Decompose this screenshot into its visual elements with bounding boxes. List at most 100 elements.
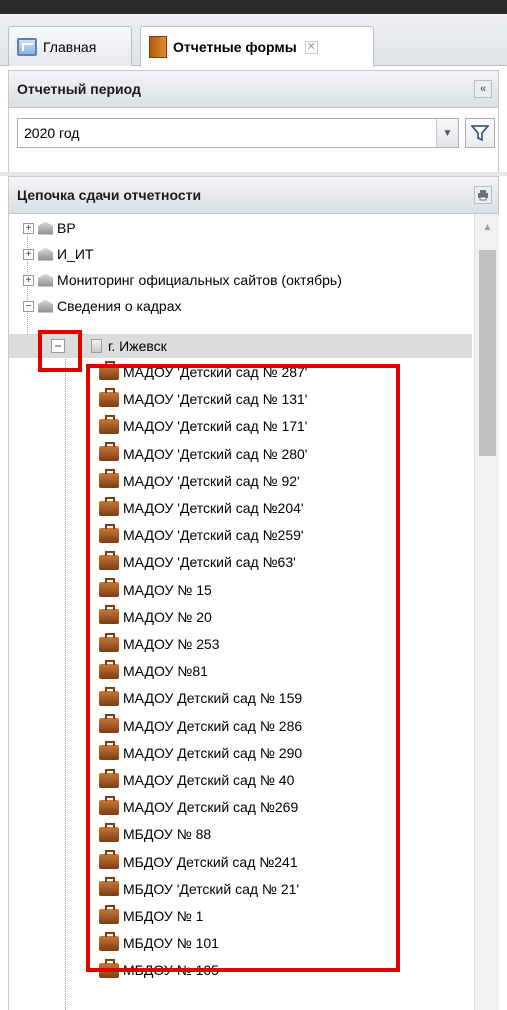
tree-node-label: МАДОУ 'Детский сад №259': [123, 527, 304, 544]
tree-scrollbar[interactable]: ▲: [474, 214, 499, 1010]
tree-node-label: Мониторинг официальных сайтов (октябрь): [57, 272, 342, 288]
tree-node-label: МАДОУ 'Детский сад №204': [123, 500, 304, 516]
tree-node-organization[interactable]: МАДОУ Детский сад № 40: [99, 768, 294, 792]
tree-node-label: МАДОУ № 20: [123, 608, 212, 625]
tree-node-label: МБДОУ № 101: [123, 935, 219, 952]
tree-node-label: МАДОУ Детский сад № 159: [123, 690, 303, 707]
briefcase-icon: [99, 578, 119, 598]
briefcase-icon: [99, 605, 119, 625]
tab-report-forms-label: Отчетные формы: [173, 39, 297, 55]
tab-report-forms[interactable]: Отчетные формы ✕: [140, 26, 374, 67]
bank-icon: [38, 299, 53, 313]
briefcase-icon: [99, 387, 119, 407]
tree-node-organization[interactable]: МБДОУ № 88: [99, 822, 211, 846]
expand-icon[interactable]: +: [23, 222, 34, 234]
filter-button[interactable]: [465, 118, 495, 148]
tree-node-organization[interactable]: МБДОУ № 1: [99, 904, 203, 928]
briefcase-icon: [99, 496, 119, 516]
tree-node-label: МАДОУ № 15: [123, 581, 212, 598]
briefcase-icon: [99, 931, 119, 951]
tree-node-organization[interactable]: МБДОУ № 101: [99, 931, 219, 955]
briefcase-icon: [99, 632, 119, 652]
tree-node-label: МАДОУ 'Детский сад № 171': [123, 418, 308, 435]
briefcase-icon: [99, 523, 119, 543]
tree-node-organization[interactable]: МАДОУ Детский сад № 159: [99, 686, 302, 710]
collapse-icon[interactable]: −: [51, 339, 65, 353]
print-button[interactable]: [474, 186, 492, 204]
chevron-down-icon[interactable]: ▼: [436, 119, 458, 147]
tree-node-label: И_ИТ: [57, 246, 94, 262]
tree-node-organization[interactable]: МАДОУ № 20: [99, 605, 212, 629]
expand-icon[interactable]: +: [23, 248, 34, 260]
tree-node-label: г. Ижевск: [108, 338, 167, 354]
briefcase-icon: [99, 958, 119, 978]
tree-node-organization[interactable]: МАДОУ 'Детский сад № 92': [99, 469, 300, 493]
tree-node-organization[interactable]: МАДОУ 'Детский сад №204': [99, 496, 304, 520]
tree-node-label: МАДОУ Детский сад № 40: [123, 772, 295, 788]
tree-node-label: МБДОУ № 1: [123, 908, 204, 924]
tree-node-label: МБДОУ № 105: [123, 962, 219, 979]
tree-node-organization[interactable]: МАДОУ 'Детский сад № 171': [99, 414, 307, 438]
tab-bar: Главная Отчетные формы ✕: [0, 14, 507, 67]
tree-node-label: МАДОУ 'Детский сад № 287': [123, 364, 308, 380]
tree-node-label: Сведения о кадрах: [57, 298, 182, 314]
tree-node-organization[interactable]: МБДОУ 'Детский сад № 21': [99, 877, 299, 901]
tree-node-label: МБДОУ Детский сад №241: [123, 853, 298, 870]
tree-node-organization[interactable]: МАДОУ № 253: [99, 632, 220, 656]
tree-node-organization[interactable]: МАДОУ 'Детский сад № 280': [99, 442, 307, 466]
tree-node-organization[interactable]: МАДОУ Детский сад № 286: [99, 714, 302, 738]
bank-icon: [38, 221, 53, 235]
tree-node-i-it[interactable]: + И_ИТ: [23, 242, 93, 266]
tree-node-organization[interactable]: МАДОУ Детский сад № 290: [99, 741, 302, 765]
report-forms-icon: [149, 36, 167, 58]
report-chain-tree: + ВР + И_ИТ + Мониторинг официальных сай…: [8, 214, 499, 1010]
tree-node-organization[interactable]: МАДОУ №81: [99, 659, 208, 683]
briefcase-icon: [99, 741, 119, 761]
briefcase-icon: [99, 768, 119, 788]
period-select-row: 2020 год ▼: [8, 108, 499, 172]
briefcase-icon: [99, 550, 119, 570]
chain-panel-title: Цепочка сдачи отчетности: [17, 187, 202, 203]
period-panel-title: Отчетный период: [17, 81, 141, 97]
tree-node-label: МАДОУ Детский сад № 286: [123, 717, 303, 734]
tree-node-label: МАДОУ 'Детский сад № 280': [123, 445, 308, 462]
tree-node-organization[interactable]: МАДОУ Детский сад №269: [99, 795, 298, 819]
scroll-thumb[interactable]: [479, 250, 496, 456]
tree-node-staff-info[interactable]: − Сведения о кадрах: [23, 294, 181, 318]
tree-node-vr[interactable]: + ВР: [23, 216, 76, 240]
tab-home[interactable]: Главная: [8, 26, 132, 66]
top-dark-bar: [0, 0, 507, 14]
filter-icon: [471, 125, 489, 141]
expand-icon[interactable]: +: [23, 274, 34, 286]
scroll-up-arrow[interactable]: ▲: [475, 222, 500, 234]
briefcase-icon: [99, 469, 119, 489]
briefcase-icon: [99, 442, 119, 462]
close-icon[interactable]: ✕: [304, 40, 318, 54]
tree-node-organization[interactable]: МАДОУ 'Детский сад № 131': [99, 387, 307, 411]
tree-node-organization[interactable]: МБДОУ № 105: [99, 958, 219, 982]
tree-node-label: МАДОУ Детский сад № 290: [123, 744, 303, 761]
collapse-icon[interactable]: −: [23, 300, 34, 312]
period-panel-header: Отчетный период «: [8, 70, 499, 108]
tree-node-organization[interactable]: МАДОУ 'Детский сад №259': [99, 523, 304, 547]
print-icon: [478, 190, 488, 201]
tree-node-label: МАДОУ 'Детский сад № 131': [123, 391, 308, 408]
tree-node-organization[interactable]: МБДОУ Детский сад №241: [99, 850, 298, 874]
document-icon: [91, 339, 102, 353]
briefcase-icon: [99, 795, 119, 815]
bank-icon: [38, 273, 53, 287]
briefcase-icon: [99, 714, 119, 734]
briefcase-icon: [99, 686, 119, 706]
tree-node-organization[interactable]: МАДОУ № 15: [99, 578, 212, 602]
tree-node-monitoring[interactable]: + Мониторинг официальных сайтов (октябрь…: [23, 268, 342, 292]
collapse-panel-button[interactable]: «: [474, 80, 492, 98]
tree-node-label: МАДОУ № 253: [123, 636, 220, 652]
tree-node-label: МАДОУ 'Детский сад № 92': [123, 472, 300, 489]
tree-node-label: МАДОУ №81: [123, 663, 208, 680]
home-icon: [17, 37, 37, 56]
tree-guide-line: [65, 354, 66, 1010]
tree-node-organization[interactable]: МАДОУ 'Детский сад №63': [99, 550, 296, 574]
tree-node-izhevsk[interactable]: − г. Ижевск: [9, 334, 472, 358]
period-select[interactable]: 2020 год ▼: [17, 118, 459, 148]
tree-node-organization[interactable]: МАДОУ 'Детский сад № 287': [99, 360, 307, 384]
